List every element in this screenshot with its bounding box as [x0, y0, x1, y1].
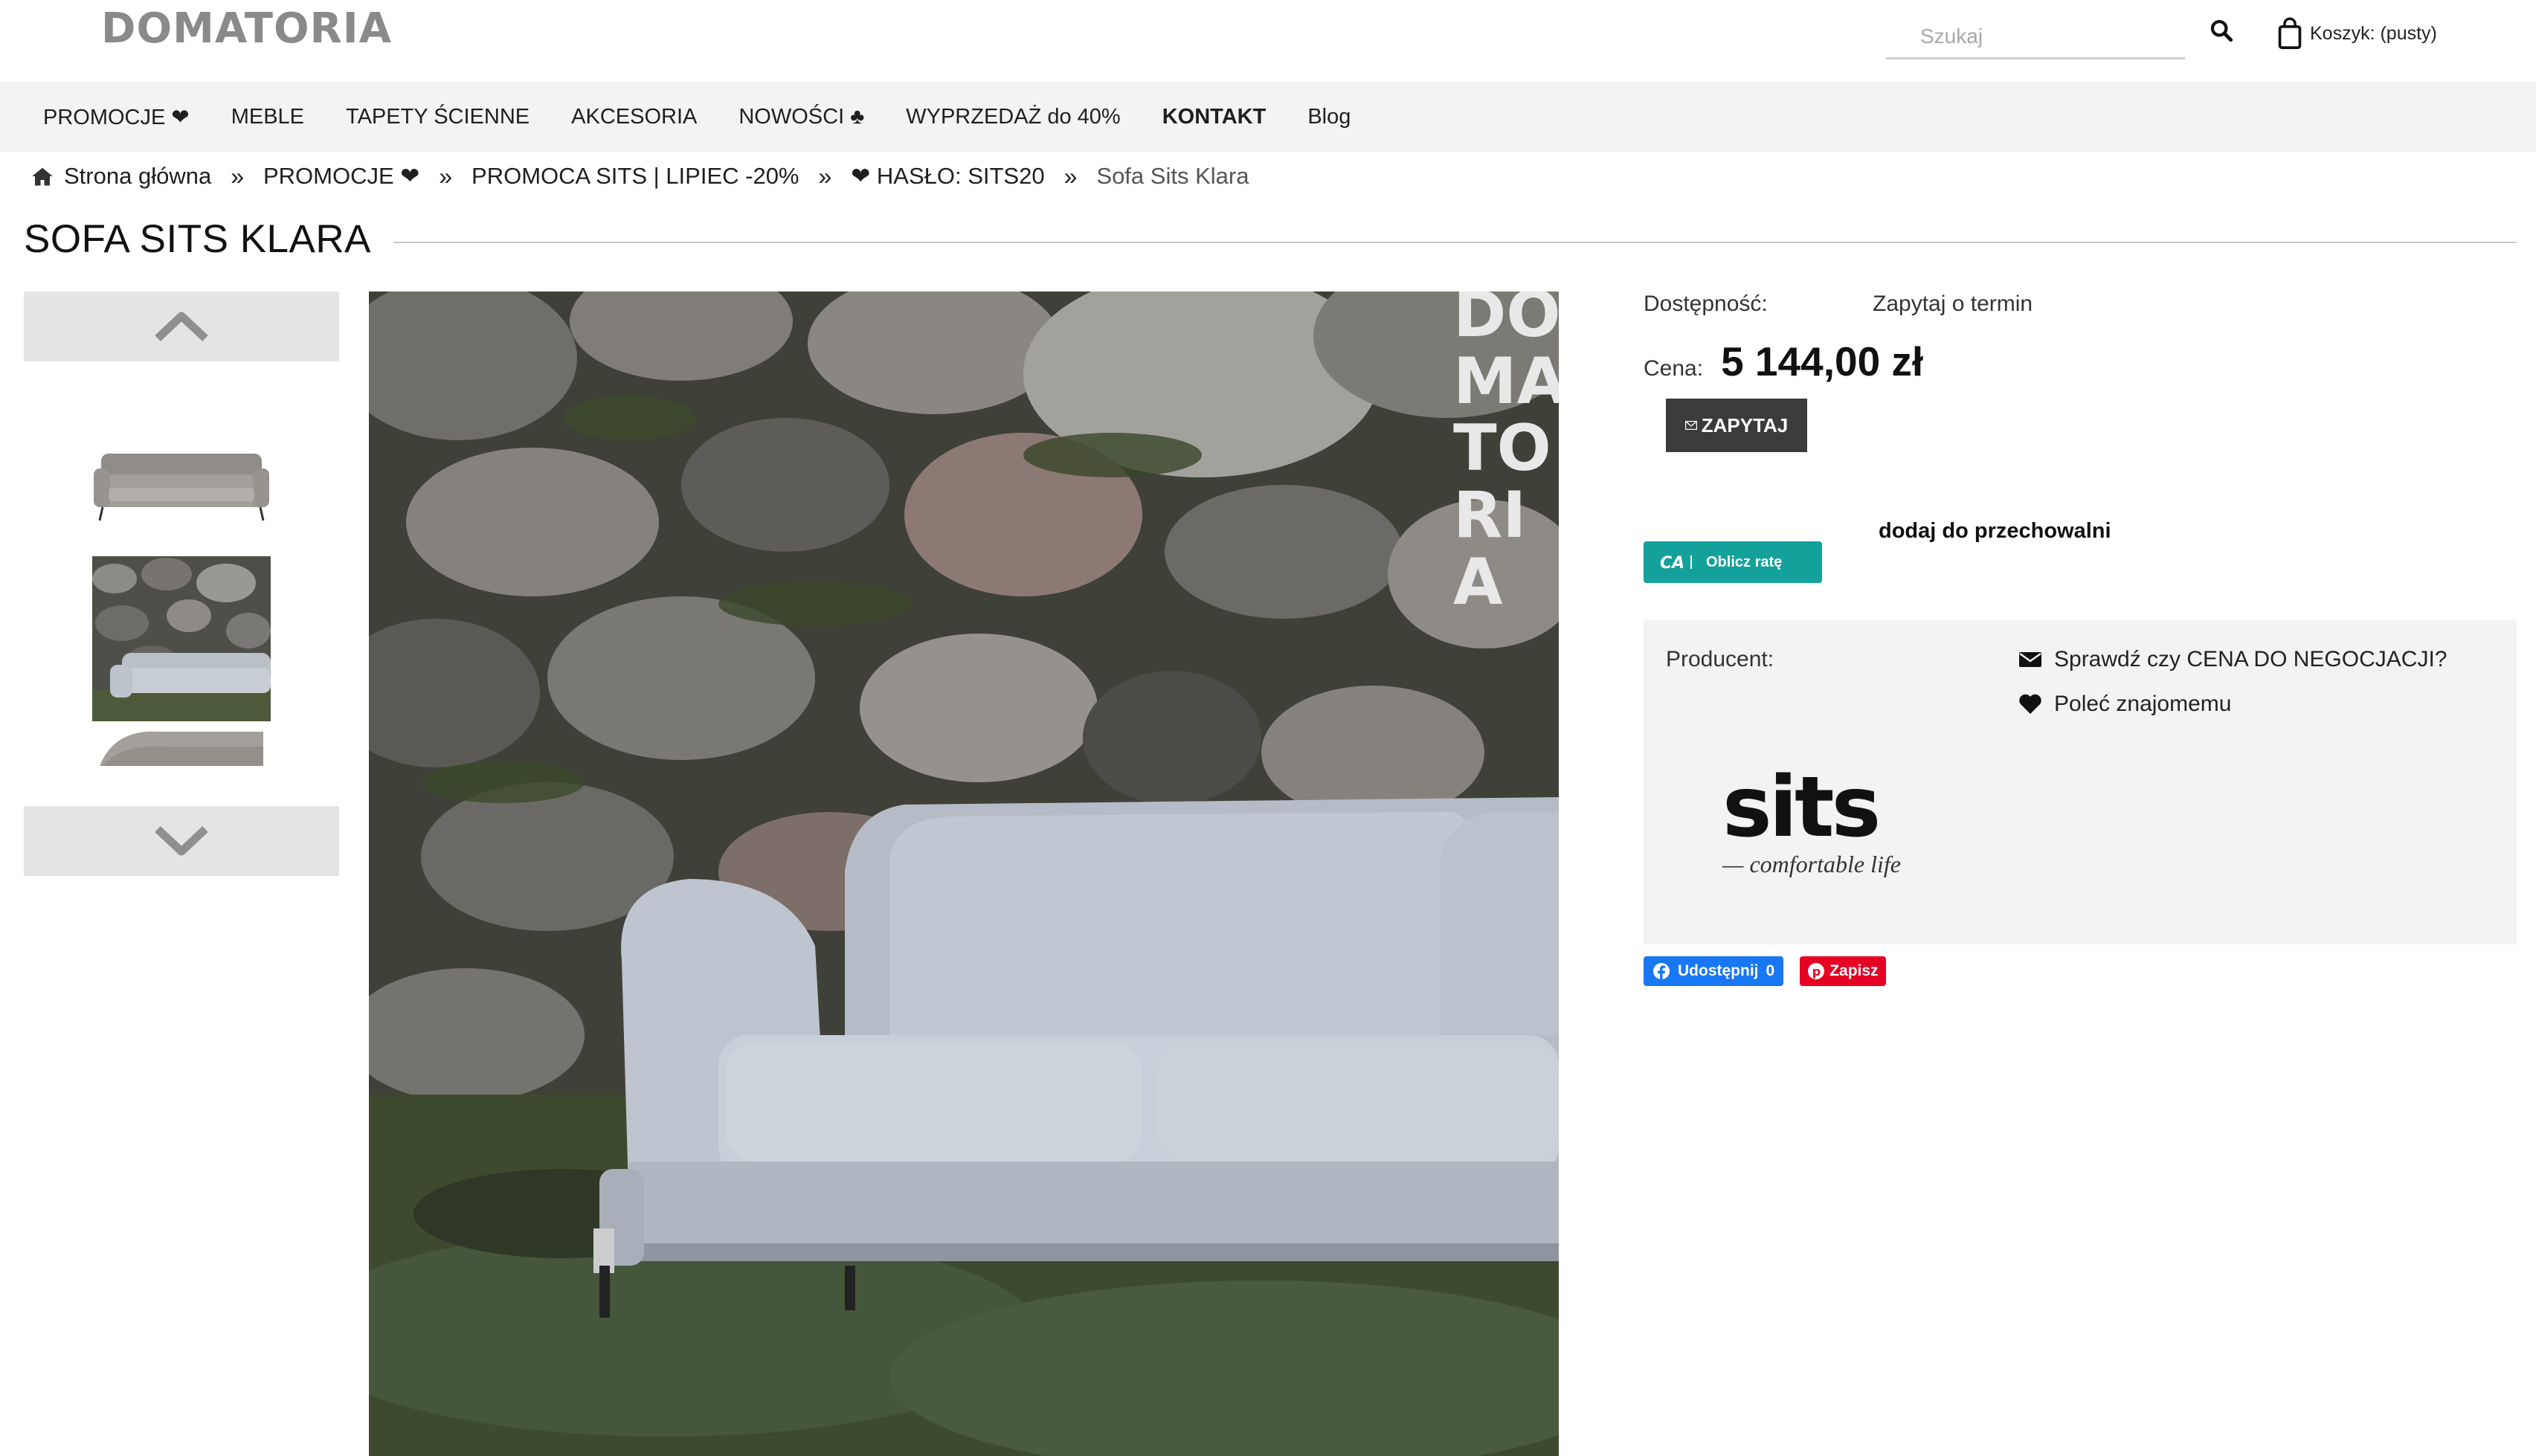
main-nav: PROMOCJE ❤ MEBLE TAPETY ŚCIENNE AKCESORI… — [0, 82, 2536, 152]
breadcrumb-separator: » — [1063, 162, 1078, 190]
thumbnail-up-button[interactable] — [24, 291, 339, 361]
price-value: 5 144,00 zł — [1721, 338, 1924, 384]
nav-item-blog[interactable]: Blog — [1307, 105, 1351, 129]
pinterest-save-button[interactable]: p Zapisz — [1800, 956, 1886, 986]
search-button[interactable] — [2209, 18, 2234, 43]
svg-text:p: p — [1812, 964, 1821, 979]
sofa-rock-wall-thumbnail-image — [92, 556, 271, 735]
facebook-share-button[interactable]: Udostępnij 0 — [1644, 956, 1784, 986]
heart-icon — [2019, 694, 2041, 714]
thumbnail-down-button[interactable] — [24, 806, 339, 876]
producer-label: Producent: — [1666, 647, 1774, 671]
watermark-text-4: RI — [1453, 478, 1526, 553]
social-share-row: Udostępnij 0 p Zapisz — [1644, 956, 1886, 986]
thumbnail-carousel — [24, 291, 339, 876]
watermark-text-3: TO — [1453, 411, 1551, 486]
home-icon — [32, 167, 53, 186]
facebook-share-label: Udostępnij — [1678, 962, 1759, 979]
watermark-text-1: DO — [1453, 291, 1559, 352]
breadcrumb: Strona główna » PROMOCJE ❤ » PROMOCA SIT… — [31, 159, 1249, 193]
sofa-detail-thumbnail-image — [100, 731, 263, 766]
thumbnail-2[interactable] — [92, 556, 271, 735]
recommend-friend-label: Poleć znajomemu — [2054, 692, 2232, 716]
installment-calculator-button[interactable]: CA Oblicz ratę — [1644, 541, 1822, 583]
site-header: DOMATORIA Koszyk: (pusty) — [0, 0, 2536, 82]
title-divider — [393, 242, 2517, 243]
producer-box: Producent: Sprawdź czy CENA DO NEGOCJACJ… — [1644, 620, 2517, 944]
brand-logo-wordmark: sits — [1722, 759, 1881, 856]
breadcrumb-promocje[interactable]: PROMOCJE ❤ — [263, 163, 419, 190]
thumbnail-3[interactable] — [92, 721, 271, 806]
breadcrumb-separator: » — [231, 162, 244, 190]
nav-item-akcesoria[interactable]: AKCESORIA — [571, 105, 697, 129]
breadcrumb-home[interactable]: Strona główna — [64, 163, 211, 190]
credit-agricole-logo-icon: CA — [1660, 554, 1692, 572]
facebook-share-count: 0 — [1766, 962, 1775, 979]
availability-value: Zapytaj o termin — [1873, 291, 2033, 316]
watermark-text-5: A — [1453, 545, 1503, 619]
ask-button-label: ZAPYTAJ — [1701, 413, 1789, 437]
availability-label: Dostępność: — [1644, 291, 1768, 316]
ask-button[interactable]: ZAPYTAJ — [1666, 399, 1807, 452]
availability-row: Dostępność: Zapytaj o termin — [1644, 291, 2033, 317]
brand-logo[interactable]: sits — comfortable life — [1722, 766, 1938, 877]
cart-link[interactable]: Koszyk: (pusty) — [2277, 15, 2437, 52]
title-row: SOFA SITS KLARA — [24, 213, 2517, 265]
site-logo[interactable]: DOMATORIA — [101, 4, 392, 53]
envelope-icon — [1684, 421, 1697, 430]
recommend-friend-link[interactable]: Poleć znajomemu — [2018, 692, 2231, 717]
thumbnail-list — [24, 361, 339, 806]
shopping-bag-icon — [2278, 17, 2302, 49]
breadcrumb-haslo[interactable]: ❤ HASŁO: SITS20 — [851, 163, 1044, 190]
breadcrumb-separator: » — [818, 162, 832, 190]
facebook-icon — [1653, 963, 1670, 980]
search-icon — [2210, 19, 2233, 42]
add-to-wishlist-link[interactable]: dodaj do przechowalni — [1879, 519, 2111, 544]
chevron-down-icon — [155, 825, 208, 856]
nav-item-meble[interactable]: MEBLE — [231, 105, 304, 129]
nav-item-wyprzedaz[interactable]: WYPRZEDAŻ do 40% — [906, 105, 1120, 129]
page-title: SOFA SITS KLARA — [24, 216, 372, 261]
watermark-text-2: MA — [1453, 344, 1559, 419]
thumbnail-1[interactable] — [92, 391, 271, 570]
pinterest-save-label: Zapisz — [1829, 962, 1879, 979]
sofa-thumbnail-image — [94, 454, 269, 521]
negotiate-price-label: Sprawdź czy CENA DO NEGOCJACJI? — [2054, 647, 2448, 671]
pinterest-icon: p — [1808, 963, 1825, 979]
price-label: Cena: — [1644, 356, 1704, 381]
nav-item-promocje[interactable]: PROMOCJE ❤ — [43, 104, 190, 130]
breadcrumb-current: Sofa Sits Klara — [1096, 163, 1249, 189]
nav-item-tapety[interactable]: TAPETY ŚCIENNE — [346, 105, 530, 129]
search-input[interactable] — [1886, 15, 2185, 57]
price-row: Cena: 5 144,00 zł — [1644, 338, 1923, 385]
sofa-photo: DO MA TO RI A — [369, 291, 1559, 1456]
cart-label: Koszyk: (pusty) — [2310, 22, 2437, 44]
negotiate-price-link[interactable]: Sprawdź czy CENA DO NEGOCJACJI? — [2018, 647, 2447, 672]
nav-item-kontakt[interactable]: KONTAKT — [1162, 105, 1267, 129]
search-box — [1886, 15, 2185, 59]
envelope-icon — [2019, 652, 2041, 667]
svg-text:CA: CA — [1660, 554, 1684, 572]
nav-item-nowosci[interactable]: NOWOŚCI ♣ — [738, 105, 864, 129]
brand-logo-tagline: — comfortable life — [1722, 851, 1901, 877]
breadcrumb-promoca-sits[interactable]: PROMOCA SITS | LIPIEC -20% — [472, 163, 799, 190]
breadcrumb-separator: » — [439, 162, 453, 190]
chevron-up-icon — [155, 312, 208, 342]
product-main-image[interactable]: DO MA TO RI A — [369, 291, 1559, 1456]
calc-button-label: Oblicz ratę — [1706, 553, 1783, 570]
